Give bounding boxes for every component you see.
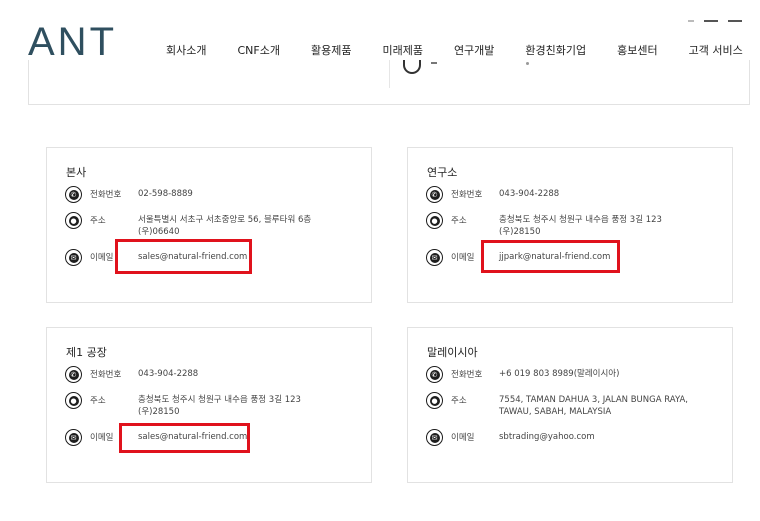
address-line2: TAWAU, SABAH, MALAYSIA [499,407,612,417]
location-icon: ● [426,212,443,229]
address-line2: (우)06640 [138,227,180,237]
address-line1: 충청북도 청주시 청원구 내수읍 풍정 3길 123 [499,215,662,225]
phone-icon: ✆ [65,366,82,383]
language-icon[interactable] [688,20,694,22]
nav-item-research[interactable]: 연구개발 [454,42,494,58]
address-row: ● 주소 충청북도 청주시 청원구 내수읍 풍정 3길 123 (우)28150 [65,392,365,422]
email-highlight [119,423,250,453]
office-card-lab: 연구소 ✆ 전화번호 043-904-2288 ● 주소 충청북도 청주시 청원… [407,147,733,303]
logo-text: ANT [28,20,117,64]
email-icon: ✉ [426,429,443,446]
address-line2: (우)28150 [499,227,541,237]
office-title: 말레이시아 [427,346,478,359]
main-nav: 회사소개 CNF소개 활용제품 미래제품 연구개발 환경친화기업 홍보센터 고객… [166,42,743,58]
office-title: 본사 [66,166,87,179]
email-highlight [115,239,252,274]
address-line1: 7554, TAMAN DAHUA 3, JALAN BUNGA RAYA, [499,395,689,405]
address-line1: 충청북도 청주시 청원구 내수읍 풍정 3길 123 [138,395,301,405]
nav-item-cnf[interactable]: CNF소개 [237,42,279,58]
address-label: 주소 [451,396,467,406]
address-row: ● 주소 서울특별시 서초구 서초중앙로 56, 블루타워 6층 (우)0664… [65,212,365,242]
phone-icon: ✆ [65,186,82,203]
email-label: 이메일 [451,433,475,443]
email-icon [403,60,421,74]
email-row: ✉ 이메일 sbtrading@yahoo.com [426,429,726,447]
top-contact-box [28,60,750,105]
address-value: 충청북도 청주시 청원구 내수읍 풍정 3길 123 (우)28150 [499,214,662,238]
address-value: 충청북도 청주시 청원구 내수읍 풍정 3길 123 (우)28150 [138,394,301,418]
email-label: 이메일 [451,253,475,263]
phone-icon: ✆ [426,366,443,383]
phone-value[interactable]: 043-904-2288 [138,368,198,380]
partial-label [431,62,437,64]
office-card-malaysia: 말레이시아 ✆ 전화번호 +6 019 803 8989(말레이시아) ● 주소… [407,327,733,483]
phone-label: 전화번호 [451,190,483,200]
address-label: 주소 [90,396,106,406]
location-icon: ● [426,392,443,409]
phone-value[interactable]: 02-598-8889 [138,188,193,200]
email-label: 이메일 [90,253,114,263]
email-label: 이메일 [90,433,114,443]
address-row: ● 주소 7554, TAMAN DAHUA 3, JALAN BUNGA RA… [426,392,726,422]
nav-item-products[interactable]: 활용제품 [311,42,351,58]
phone-icon: ✆ [426,186,443,203]
email-icon: ✉ [65,249,82,266]
email-value[interactable]: sbtrading@yahoo.com [499,431,595,443]
nav-item-eco[interactable]: 환경친화기업 [525,42,586,58]
nav-item-future-products[interactable]: 미래제품 [382,42,422,58]
email-icon: ✉ [65,429,82,446]
partial-value [526,62,529,65]
site-logo[interactable]: ANT [28,20,117,64]
phone-row: ✆ 전화번호 02-598-8889 [65,186,365,204]
email-highlight [481,240,620,273]
office-title: 연구소 [427,166,458,179]
nav-item-customer-service[interactable]: 고객 서비스 [689,42,743,58]
phone-label: 전화번호 [90,370,122,380]
office-card-hq: 본사 ✆ 전화번호 02-598-8889 ● 주소 서울특별시 서초구 서초중… [46,147,372,303]
phone-row: ✆ 전화번호 043-904-2288 [65,366,365,384]
address-value: 7554, TAMAN DAHUA 3, JALAN BUNGA RAYA, T… [499,394,688,418]
menu-icon[interactable] [704,20,718,22]
address-row: ● 주소 충청북도 청주시 청원구 내수읍 풍정 3길 123 (우)28150 [426,212,726,242]
phone-label: 전화번호 [451,370,483,380]
address-label: 주소 [90,216,106,226]
utility-menu[interactable] [688,20,742,22]
nav-item-company[interactable]: 회사소개 [166,42,206,58]
office-title: 제1 공장 [66,346,107,359]
office-card-factory: 제1 공장 ✆ 전화번호 043-904-2288 ● 주소 충청북도 청주시 … [46,327,372,483]
address-value: 서울특별시 서초구 서초중앙로 56, 블루타워 6층 (우)06640 [138,214,311,238]
phone-label: 전화번호 [90,190,122,200]
address-line1: 서울특별시 서초구 서초중앙로 56, 블루타워 6층 [138,215,312,225]
location-icon: ● [65,212,82,229]
divider [389,60,390,88]
address-label: 주소 [451,216,467,226]
phone-row: ✆ 전화번호 043-904-2288 [426,186,726,204]
phone-value[interactable]: 043-904-2288 [499,188,559,200]
phone-row: ✆ 전화번호 +6 019 803 8989(말레이시아) [426,366,726,384]
more-icon[interactable] [728,20,742,22]
phone-value[interactable]: +6 019 803 8989(말레이시아) [499,368,619,380]
address-line2: (우)28150 [138,407,180,417]
nav-item-pr[interactable]: 홍보센터 [617,42,657,58]
location-icon: ● [65,392,82,409]
email-icon: ✉ [426,249,443,266]
